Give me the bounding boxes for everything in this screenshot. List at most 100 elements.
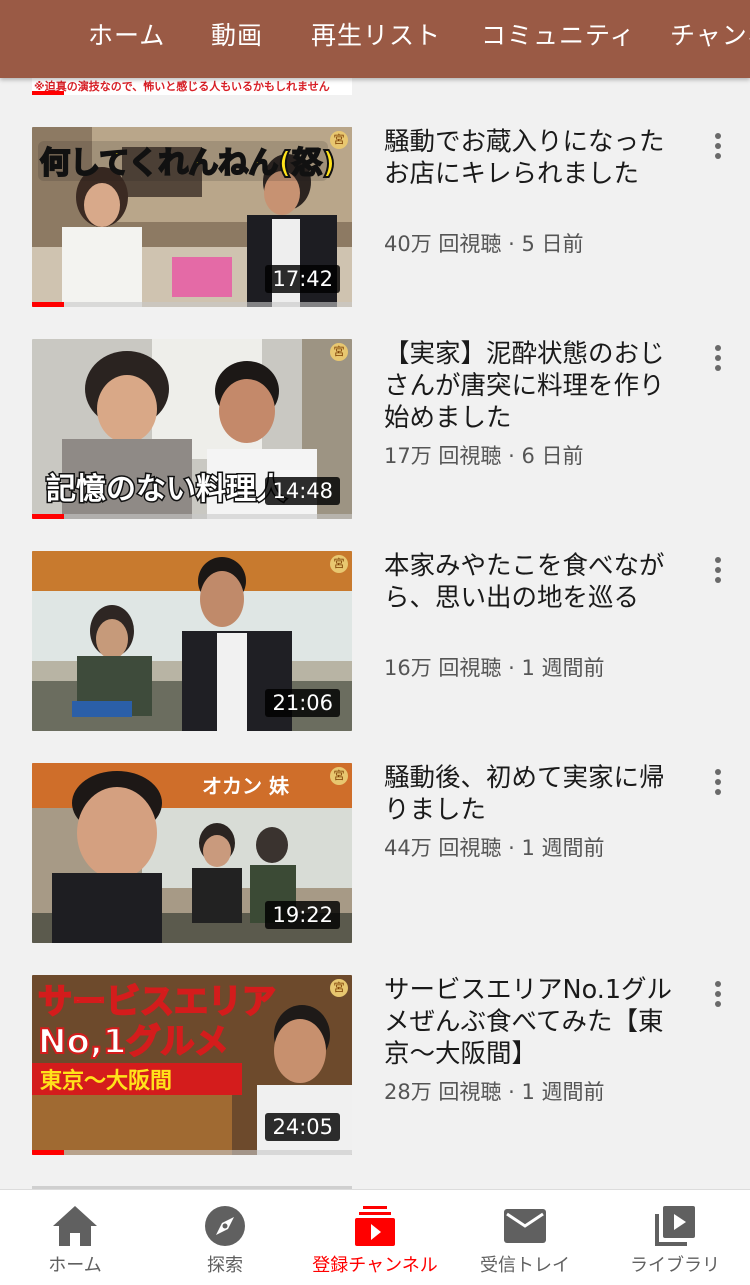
channel-badge: 宮 bbox=[330, 343, 348, 361]
meta-separator: · bbox=[501, 836, 522, 860]
kebab-dot bbox=[715, 557, 721, 563]
explore-icon bbox=[205, 1206, 245, 1246]
view-count: 28万 回視聴 bbox=[384, 1080, 502, 1104]
channel-tab-bar: ホーム 動画 再生リスト コミュニティ チャンネル bbox=[0, 0, 750, 78]
video-duration: 21:06 bbox=[265, 689, 340, 717]
home-icon bbox=[53, 1206, 97, 1246]
video-thumbnail[interactable]: オカン 妹 宮 19:22 bbox=[32, 763, 352, 943]
view-count: 40万 回視聴 bbox=[384, 232, 502, 256]
video-title[interactable]: 本家みやたこを食べながら、思い出の地を巡る bbox=[384, 550, 674, 614]
kebab-dot bbox=[715, 567, 721, 573]
kebab-dot bbox=[715, 779, 721, 785]
meta-separator: · bbox=[501, 1080, 522, 1104]
video-item[interactable]: オカン 妹 宮 19:22 騒動後、初めて実家に帰りました 44万 回視聴 · … bbox=[0, 763, 750, 945]
tab-videos[interactable]: 動画 bbox=[211, 16, 263, 52]
upload-age: 1 週間前 bbox=[521, 1080, 605, 1104]
video-title[interactable]: 騒動でお蔵入りになったお店にキレられました bbox=[384, 126, 674, 190]
nav-home[interactable]: ホーム bbox=[0, 1190, 150, 1285]
nav-subscriptions[interactable]: 登録チャンネル bbox=[300, 1190, 450, 1285]
video-meta: 40万 回視聴 · 5 日前 bbox=[384, 228, 583, 258]
channel-badge: 宮 bbox=[330, 131, 348, 149]
video-thumbnail[interactable]: 記憶のない料理人 宮 14:48 bbox=[32, 339, 352, 519]
channel-badge: 宮 bbox=[330, 979, 348, 997]
thumbnail-overlay-text: サービスエリア bbox=[38, 982, 276, 1022]
view-count: 16万 回視聴 bbox=[384, 656, 502, 680]
tab-community[interactable]: コミュニティ bbox=[481, 16, 636, 52]
video-meta: 28万 回視聴 · 1 週間前 bbox=[384, 1076, 604, 1106]
watch-progress-track bbox=[32, 302, 352, 307]
nav-library[interactable]: ライブラリ bbox=[600, 1190, 750, 1285]
watch-progress bbox=[32, 91, 64, 95]
thumbnail-overlay-text: No,1グルメ bbox=[38, 1022, 228, 1062]
nav-label: ライブラリ bbox=[630, 1255, 720, 1276]
library-icon bbox=[655, 1206, 695, 1246]
nav-label: 探索 bbox=[207, 1255, 243, 1276]
video-thumbnail[interactable]: 宮 21:06 bbox=[32, 551, 352, 731]
video-thumbnail[interactable]: 何してくれんねん(怒) 宮 17:42 bbox=[32, 127, 352, 307]
video-meta: 16万 回視聴 · 1 週間前 bbox=[384, 652, 604, 682]
tab-playlists[interactable]: 再生リスト bbox=[311, 16, 441, 52]
kebab-dot bbox=[715, 1001, 721, 1007]
video-meta: 17万 回視聴 · 6 日前 bbox=[384, 440, 583, 470]
kebab-dot bbox=[715, 345, 721, 351]
subscriptions-icon bbox=[355, 1206, 395, 1246]
watch-progress-track bbox=[32, 514, 352, 519]
nav-inbox[interactable]: 受信トレイ bbox=[450, 1190, 600, 1285]
watch-progress bbox=[32, 514, 64, 519]
video-item[interactable]: 記憶のない料理人 宮 14:48 【実家】泥酔状態のおじさんが唐突に料理を作り始… bbox=[0, 339, 750, 521]
view-count: 44万 回視聴 bbox=[384, 836, 502, 860]
thumbnail-overlay-text: 記憶のない料理人 bbox=[46, 472, 286, 507]
nav-label: 登録チャンネル bbox=[312, 1255, 438, 1276]
channel-badge: 宮 bbox=[330, 767, 348, 785]
video-item[interactable]: 何してくれんねん(怒) 宮 17:42 騒動でお蔵入りになったお店にキレられまし… bbox=[0, 127, 750, 309]
video-title[interactable]: 【実家】泥酔状態のおじさんが唐突に料理を作り始めました bbox=[384, 338, 674, 434]
thumbnail-overlay-text: オカン 妹 bbox=[202, 774, 290, 798]
more-options-button[interactable] bbox=[708, 345, 728, 375]
kebab-dot bbox=[715, 789, 721, 795]
upload-age: 6 日前 bbox=[521, 444, 584, 468]
video-duration: 24:05 bbox=[265, 1113, 340, 1141]
kebab-dot bbox=[715, 769, 721, 775]
video-thumbnail[interactable]: サービスエリア No,1グルメ 東京〜大阪間 宮 24:05 bbox=[32, 975, 352, 1155]
nav-label: 受信トレイ bbox=[480, 1255, 570, 1276]
video-title[interactable]: 騒動後、初めて実家に帰りました bbox=[384, 762, 674, 826]
tab-channel[interactable]: チャンネル bbox=[670, 16, 750, 52]
more-options-button[interactable] bbox=[708, 557, 728, 587]
meta-separator: · bbox=[501, 232, 522, 256]
watch-progress-track bbox=[32, 1150, 352, 1155]
upload-age: 1 週間前 bbox=[521, 656, 605, 680]
nav-explore[interactable]: 探索 bbox=[150, 1190, 300, 1285]
watch-progress bbox=[32, 1150, 64, 1155]
video-item[interactable]: 宮 21:06 本家みやたこを食べながら、思い出の地を巡る 16万 回視聴 · … bbox=[0, 551, 750, 733]
nav-label: ホーム bbox=[48, 1255, 102, 1276]
more-options-button[interactable] bbox=[708, 769, 728, 799]
kebab-dot bbox=[715, 355, 721, 361]
inbox-icon bbox=[504, 1209, 546, 1243]
previous-video-thumbnail[interactable]: ※迫真の演技なので、怖いと感じる人もいるかもしれません bbox=[32, 78, 352, 95]
upload-age: 1 週間前 bbox=[521, 836, 605, 860]
kebab-dot bbox=[715, 577, 721, 583]
watch-progress bbox=[32, 302, 64, 307]
video-duration: 19:22 bbox=[265, 901, 340, 929]
kebab-dot bbox=[715, 133, 721, 139]
channel-badge: 宮 bbox=[330, 555, 348, 573]
kebab-dot bbox=[715, 143, 721, 149]
video-meta: 44万 回視聴 · 1 週間前 bbox=[384, 832, 604, 862]
thumbnail-overlay-text: 何してくれんねん(怒) bbox=[40, 146, 336, 181]
kebab-dot bbox=[715, 991, 721, 997]
video-title[interactable]: サービスエリアNo.1グルメぜんぶ食べてみた【東京〜大阪間】 bbox=[384, 974, 674, 1070]
thumbnail-overlay-text: 東京〜大阪間 bbox=[40, 1068, 172, 1094]
tab-home[interactable]: ホーム bbox=[88, 16, 165, 52]
bottom-navigation: ホーム 探索 登録チャンネル 受信トレイ ライブラリ bbox=[0, 1189, 750, 1285]
more-options-button[interactable] bbox=[708, 981, 728, 1011]
video-duration: 17:42 bbox=[265, 265, 340, 293]
view-count: 17万 回視聴 bbox=[384, 444, 502, 468]
meta-separator: · bbox=[501, 444, 522, 468]
more-options-button[interactable] bbox=[708, 133, 728, 163]
kebab-dot bbox=[715, 365, 721, 371]
kebab-dot bbox=[715, 153, 721, 159]
kebab-dot bbox=[715, 981, 721, 987]
video-item[interactable]: サービスエリア No,1グルメ 東京〜大阪間 宮 24:05 サービスエリアNo… bbox=[0, 975, 750, 1157]
thumbnail-caption: ※迫真の演技なので、怖いと感じる人もいるかもしれません bbox=[34, 80, 330, 93]
meta-separator: · bbox=[501, 656, 522, 680]
